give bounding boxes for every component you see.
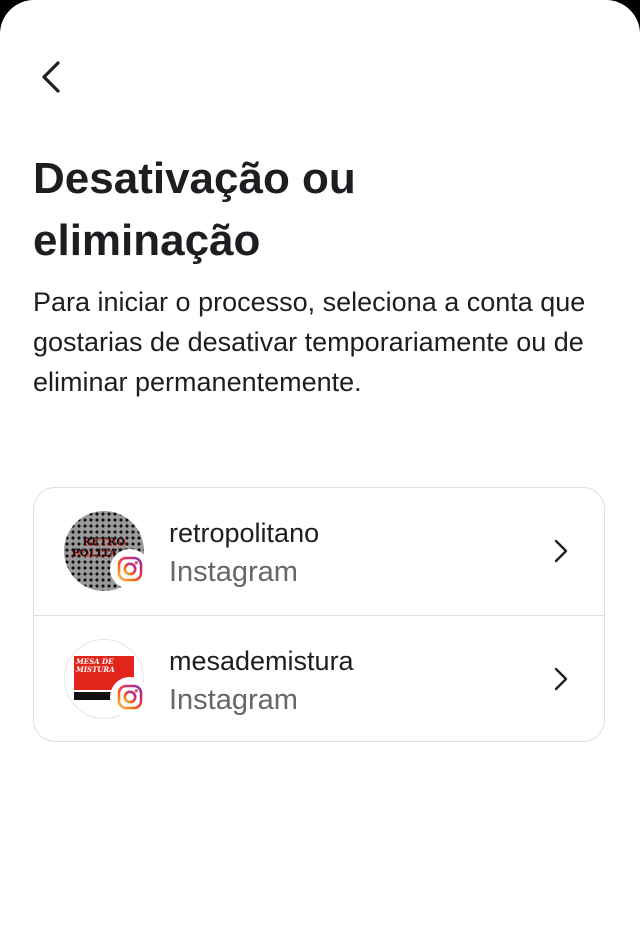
account-row-mesademistura[interactable]: MESA DE MISTURA mesademistura Instagram bbox=[34, 615, 604, 741]
account-username: mesademistura bbox=[169, 646, 354, 676]
sheet: Desativação ou eliminação Para iniciar o… bbox=[0, 0, 640, 944]
instagram-icon bbox=[110, 549, 150, 589]
account-platform: Instagram bbox=[169, 684, 298, 716]
account-row-retropolitano[interactable]: RETRO POLITANO retropolitano Instagram bbox=[34, 488, 604, 615]
instagram-icon bbox=[110, 677, 150, 717]
account-list: RETRO POLITANO retropolitano Instagram M… bbox=[33, 487, 605, 742]
page-description: Para iniciar o processo, seleciona a con… bbox=[33, 287, 586, 397]
account-platform: Instagram bbox=[169, 556, 298, 588]
chevron-left-icon bbox=[42, 61, 60, 93]
chevron-right-icon bbox=[548, 536, 574, 566]
avatar-logo-text: MESA DE MISTURA bbox=[76, 657, 115, 674]
page-title: Desativação ou eliminação bbox=[33, 154, 356, 265]
account-username: retropolitano bbox=[169, 518, 320, 548]
back-button[interactable] bbox=[28, 54, 74, 100]
chevron-right-icon bbox=[548, 664, 574, 694]
